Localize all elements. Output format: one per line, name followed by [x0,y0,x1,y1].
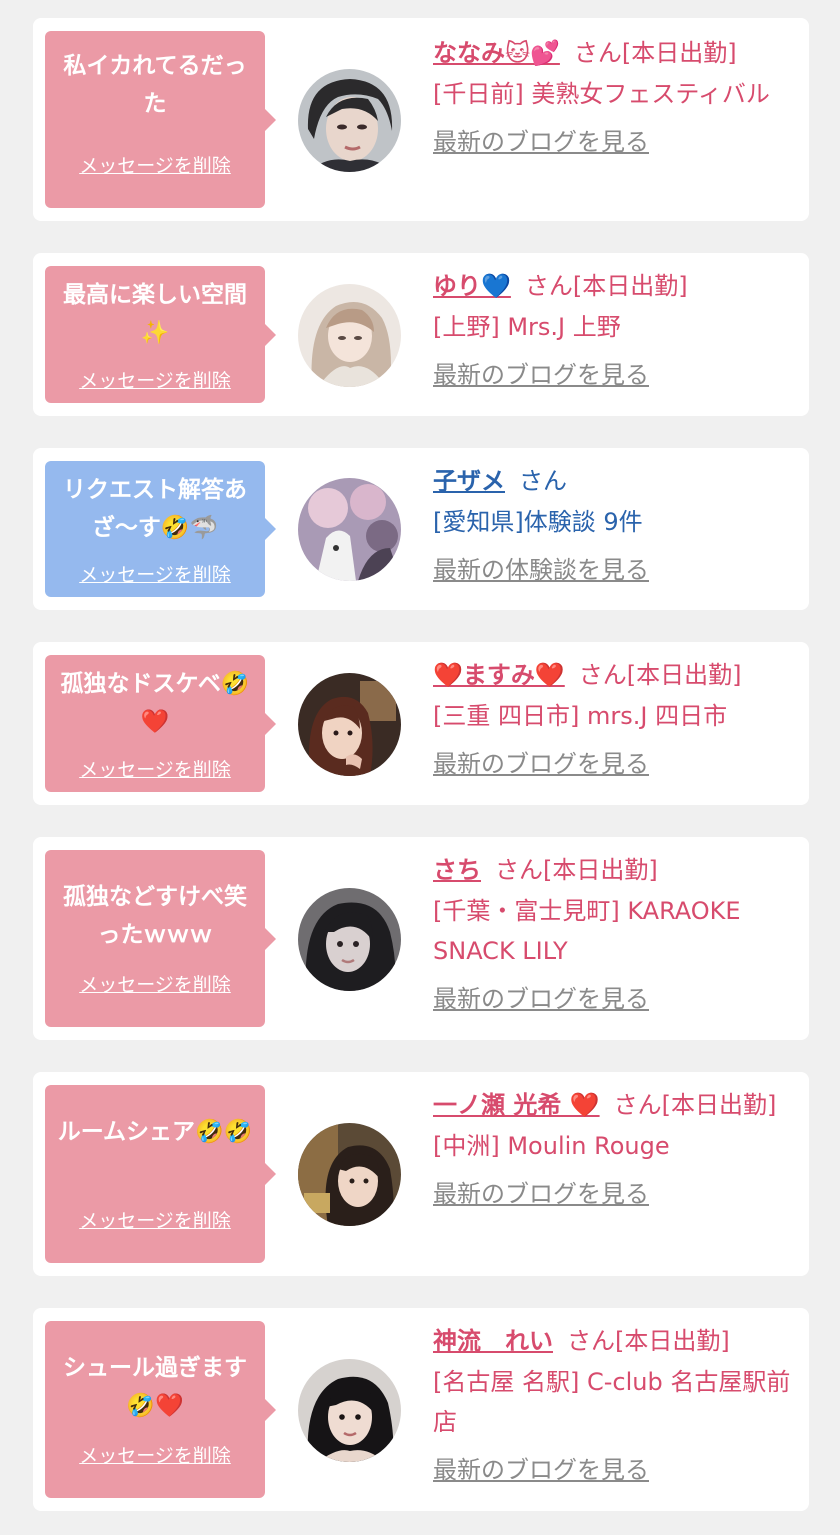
delete-message-link[interactable]: メッセージを削除 [45,1444,265,1468]
message-bubble: 最高に楽しい空間✨ メッセージを削除 [45,266,276,403]
user-name-link[interactable]: ゆり💙 [433,272,511,300]
message-card: 最高に楽しい空間✨ メッセージを削除 ゆり💙 さん[本日出勤] [上野] Mrs.… [33,253,809,416]
message-bubble: 私イカれてるだった メッセージを削除 [45,31,276,208]
name-line: ❤️ますみ❤️ さん[本日出勤] [433,654,791,696]
user-info: ゆり💙 さん[本日出勤] [上野] Mrs.J 上野 最新のブログを見る [433,265,791,396]
delete-message-link[interactable]: メッセージを削除 [45,563,265,587]
message-text: シュール過ぎます🤣❤️ [63,1355,247,1419]
name-line: 一ノ瀬 光希 ❤️ さん[本日出勤] [433,1084,791,1126]
status-text: [本日出勤] [543,856,658,884]
message-text: ルームシェア🤣🤣 [57,1119,253,1145]
honorific: さん [573,39,622,67]
user-name-link[interactable]: ❤️ますみ❤️ [433,661,565,689]
avatar[interactable] [298,69,401,172]
honorific: さん [613,1091,662,1119]
name-line: 子ザメ さん [433,460,791,502]
message-bubble: リクエスト解答あざ〜す🤣🦈 メッセージを削除 [45,461,276,597]
name-line: ゆり💙 さん[本日出勤] [433,265,791,307]
honorific: さん [578,661,627,689]
message-card: 孤独なドスケベ🤣❤️ メッセージを削除 ❤️ますみ❤️ さん[本日出勤] [三重 … [33,642,809,805]
user-name-link[interactable]: 一ノ瀬 光希 ❤️ [433,1091,600,1119]
user-info: さち さん[本日出勤] [千葉・富士見町] KARAOKE SNACK LILY … [433,849,791,1020]
honorific: さん [524,272,573,300]
user-name-link[interactable]: 子ザメ [433,467,505,495]
status-text: [本日出勤] [572,272,688,300]
delete-message-link[interactable]: メッセージを削除 [45,973,265,997]
honorific: さん [567,1327,615,1355]
message-text: 孤独なドスケベ🤣❤️ [60,671,250,735]
latest-blog-link[interactable]: 最新のブログを見る [433,357,649,393]
latest-blog-link[interactable]: 最新のブログを見る [433,1176,649,1212]
message-text: 私イカれてるだった [63,53,247,117]
shop-text: [千葉・富士見町] KARAOKE SNACK LILY [433,897,741,965]
shop-text: [千日前] 美熟女フェスティバル [433,80,770,108]
avatar[interactable] [298,673,401,776]
shop-text: [上野] Mrs.J 上野 [433,313,621,341]
shop-text: [名古屋 名駅] C-club 名古屋駅前店 [433,1368,791,1436]
status-text: [本日出勤] [626,661,742,689]
latest-blog-link[interactable]: 最新のブログを見る [433,746,649,782]
latest-blog-link[interactable]: 最新のブログを見る [433,981,649,1017]
message-card: リクエスト解答あざ〜す🤣🦈 メッセージを削除 子ザメ さん [愛知県]体験談 9件… [33,448,809,610]
status-text: [本日出勤] [615,1327,730,1355]
delete-message-link[interactable]: メッセージを削除 [45,758,265,782]
message-bubble: ルームシェア🤣🤣 メッセージを削除 [45,1085,276,1263]
name-line: さち さん[本日出勤] [433,849,791,891]
honorific: さん [495,856,543,884]
honorific: さん [519,467,567,495]
shop-text: [愛知県]体験談 9件 [433,508,643,536]
message-card: シュール過ぎます🤣❤️ メッセージを削除 神流 れい さん[本日出勤] [名古屋 … [33,1308,809,1511]
delete-message-link[interactable]: メッセージを削除 [45,369,265,393]
message-bubble: 孤独などすけべ笑ったｗｗｗ メッセージを削除 [45,850,276,1027]
shop-text: [中洲] Moulin Rouge [433,1132,670,1160]
avatar[interactable] [298,888,401,991]
message-text: リクエスト解答あざ〜す🤣🦈 [63,477,247,541]
message-text: 孤独などすけべ笑ったｗｗｗ [63,884,247,948]
message-text: 最高に楽しい空間✨ [63,282,247,346]
user-info: 一ノ瀬 光希 ❤️ さん[本日出勤] [中洲] Moulin Rouge 最新のブ… [433,1084,791,1215]
user-name-link[interactable]: 神流 れい [433,1327,553,1355]
message-card: ルームシェア🤣🤣 メッセージを削除 一ノ瀬 光希 ❤️ さん[本日出勤] [中洲]… [33,1072,809,1276]
status-text: [本日出勤] [661,1091,777,1119]
avatar[interactable] [298,478,401,581]
avatar[interactable] [298,1123,401,1226]
user-info: 子ザメ さん [愛知県]体験談 9件 最新の体験談を見る [433,460,791,591]
user-info: ❤️ますみ❤️ さん[本日出勤] [三重 四日市] mrs.J 四日市 最新のブロ… [433,654,791,785]
status-text: [本日出勤] [621,39,737,67]
avatar[interactable] [298,1359,401,1462]
message-card: 私イカれてるだった メッセージを削除 ななみ🐱💕 さん[本日出勤] [千日前] 美… [33,18,809,221]
latest-blog-link[interactable]: 最新のブログを見る [433,1452,649,1488]
user-info: ななみ🐱💕 さん[本日出勤] [千日前] 美熟女フェスティバル 最新のブログを見る [433,32,791,163]
message-bubble: 孤独なドスケベ🤣❤️ メッセージを削除 [45,655,276,792]
latest-blog-link[interactable]: 最新のブログを見る [433,124,649,160]
message-bubble: シュール過ぎます🤣❤️ メッセージを削除 [45,1321,276,1498]
user-name-link[interactable]: さち [433,856,481,884]
shop-text: [三重 四日市] mrs.J 四日市 [433,702,728,730]
delete-message-link[interactable]: メッセージを削除 [45,154,265,178]
latest-experience-link[interactable]: 最新の体験談を見る [433,552,649,588]
message-card: 孤独などすけべ笑ったｗｗｗ メッセージを削除 さち さん[本日出勤] [千葉・富士… [33,837,809,1040]
user-name-link[interactable]: ななみ🐱💕 [433,39,560,67]
delete-message-link[interactable]: メッセージを削除 [45,1209,265,1233]
name-line: 神流 れい さん[本日出勤] [433,1320,791,1362]
name-line: ななみ🐱💕 さん[本日出勤] [433,32,791,74]
user-info: 神流 れい さん[本日出勤] [名古屋 名駅] C-club 名古屋駅前店 最新の… [433,1320,791,1491]
avatar[interactable] [298,284,401,387]
